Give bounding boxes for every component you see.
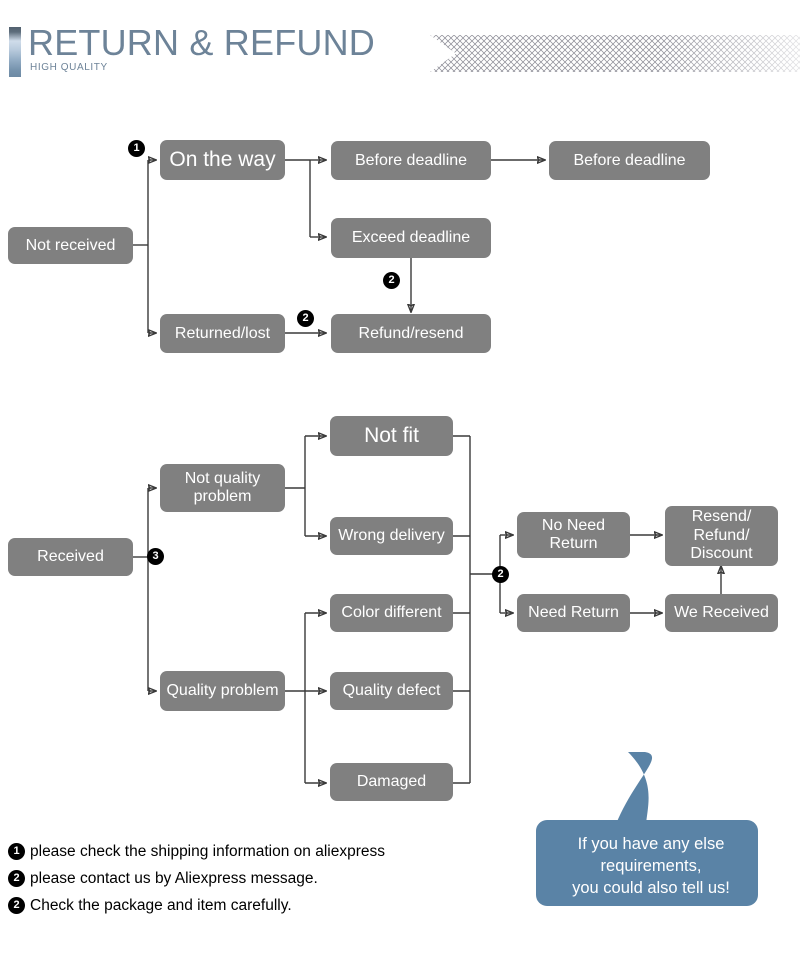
box-resend-refund-discount[interactable]: Resend/ Refund/ Discount: [665, 506, 778, 566]
box-quality-defect[interactable]: Quality defect: [330, 672, 453, 710]
note-row: 2 please contact us by Aliexpress messag…: [8, 865, 478, 892]
note-badge-icon: 2: [8, 897, 25, 914]
box-refund-resend[interactable]: Refund/resend: [331, 314, 491, 353]
box-quality-problem[interactable]: Quality problem: [160, 671, 285, 711]
badge-step-2-return-branch: 2: [492, 566, 509, 583]
note-row: 2 Check the package and item carefully.: [8, 892, 478, 919]
box-not-quality-problem[interactable]: Not quality problem: [160, 464, 285, 512]
callout-line: If you have any else: [577, 835, 725, 853]
note-text: Check the package and item carefully.: [30, 896, 292, 914]
return-refund-infographic: RETURN & REFUND HIGH QUALITY Not receive…: [0, 0, 800, 958]
box-we-received[interactable]: We Received: [665, 594, 778, 632]
box-exceed-deadline[interactable]: Exceed deadline: [331, 218, 491, 258]
page-subtitle: HIGH QUALITY: [30, 62, 108, 73]
note-badge-icon: 2: [8, 870, 25, 887]
page-title: RETURN & REFUND: [28, 22, 376, 63]
note-badge-icon: 1: [8, 843, 25, 860]
box-wrong-delivery[interactable]: Wrong delivery: [330, 517, 453, 555]
badge-step-3-received: 3: [147, 548, 164, 565]
badge-step-1-on-the-way: 1: [128, 140, 145, 157]
box-on-the-way[interactable]: On the way: [160, 140, 285, 180]
footer-notes: 1 please check the shipping information …: [8, 838, 478, 919]
callout-line: requirements,: [600, 856, 702, 875]
callout-line: you could also tell us!: [572, 878, 730, 897]
badge-step-2-returned-refund: 2: [297, 310, 314, 327]
box-need-return[interactable]: Need Return: [517, 594, 630, 632]
box-damaged[interactable]: Damaged: [330, 763, 453, 801]
box-received[interactable]: Received: [8, 538, 133, 576]
callout-text: If you have any else requirements, you c…: [540, 834, 762, 900]
box-before-deadline-1[interactable]: Before deadline: [331, 141, 491, 180]
box-not-received[interactable]: Not received: [8, 227, 133, 264]
box-returned-lost[interactable]: Returned/lost: [160, 314, 285, 353]
note-text: please contact us by Aliexpress message.: [30, 869, 318, 887]
page-header: RETURN & REFUND HIGH QUALITY: [0, 0, 800, 100]
box-not-fit[interactable]: Not fit: [330, 416, 453, 456]
note-text: please check the shipping information on…: [30, 842, 385, 860]
crosshatch-banner-icon: [430, 35, 800, 72]
box-no-need-return[interactable]: No Need Return: [517, 512, 630, 558]
box-color-different[interactable]: Color different: [330, 594, 453, 632]
box-before-deadline-2[interactable]: Before deadline: [549, 141, 710, 180]
contact-us-callout: If you have any else requirements, you c…: [528, 752, 793, 912]
badge-step-2-exceed-refund: 2: [383, 272, 400, 289]
header-accent-bar: [9, 27, 21, 77]
note-row: 1 please check the shipping information …: [8, 838, 478, 865]
